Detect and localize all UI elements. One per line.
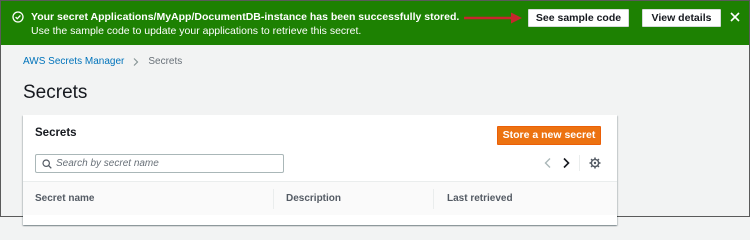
- gear-icon[interactable]: [589, 157, 601, 169]
- table-header: Secret name Description Last retrieved: [23, 181, 617, 215]
- chevron-right-icon[interactable]: [561, 157, 571, 169]
- success-flash-banner: Your secret Applications/MyApp/DocumentD…: [1, 1, 749, 45]
- store-new-secret-button[interactable]: Store a new secret: [497, 126, 601, 145]
- secrets-table-panel: Secrets Store a new secret Secret name: [23, 115, 617, 225]
- flash-subtitle: Use the sample code to update your appli…: [31, 25, 362, 37]
- chevron-right-icon: [133, 58, 139, 66]
- view-details-button[interactable]: View details: [642, 9, 721, 27]
- breadcrumb: AWS Secrets Manager Secrets: [23, 55, 182, 69]
- close-icon[interactable]: [729, 11, 741, 23]
- page-title: Secrets: [23, 82, 88, 103]
- toolbar-divider: [579, 155, 580, 171]
- column-divider: [273, 189, 274, 209]
- column-header-description[interactable]: Description: [286, 182, 341, 216]
- column-header-last-retrieved[interactable]: Last retrieved: [447, 182, 513, 216]
- search-input[interactable]: [56, 156, 276, 171]
- red-arrow-annotation: [464, 12, 522, 24]
- chevron-left-icon[interactable]: [543, 157, 553, 169]
- flash-title: Your secret Applications/MyApp/DocumentD…: [31, 11, 460, 23]
- search-box: [35, 154, 284, 173]
- column-header-secret-name[interactable]: Secret name: [35, 182, 94, 216]
- column-divider: [433, 189, 434, 209]
- search-icon: [42, 159, 52, 169]
- see-sample-code-button[interactable]: See sample code: [528, 9, 629, 27]
- breadcrumb-link-secrets-manager[interactable]: AWS Secrets Manager: [23, 55, 124, 69]
- check-circle-icon: [12, 11, 24, 23]
- breadcrumb-current: Secrets: [148, 56, 183, 67]
- panel-title: Secrets: [35, 127, 77, 139]
